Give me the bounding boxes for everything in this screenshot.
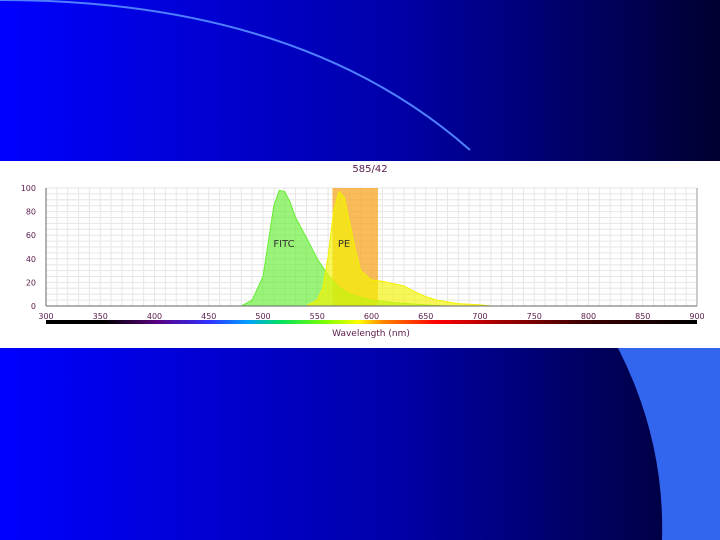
y-tick-label: 60 [26, 231, 36, 240]
chart-panel: 0 20 40 60 80 100 300 350 400 450 500 550 600 650 700 7… [0, 161, 720, 348]
x-tick-label: 850 [635, 312, 650, 321]
x-tick-label: 650 [418, 312, 433, 321]
x-tick-label: 400 [147, 312, 162, 321]
x-tick-label: 700 [472, 312, 487, 321]
series-area-pe [306, 190, 491, 307]
x-tick-label: 750 [527, 312, 542, 321]
series-label-pe: PE [338, 239, 350, 250]
y-tick-label: 80 [26, 208, 36, 217]
x-tick-label: 900 [689, 312, 704, 321]
x-tick-label: 550 [310, 312, 325, 321]
x-tick-label: 600 [364, 312, 379, 321]
x-tick-label: 500 [255, 312, 270, 321]
x-tick-label: 450 [201, 312, 216, 321]
filter-title: 585/42 [352, 164, 387, 175]
x-tick-label: 300 [38, 312, 53, 321]
spectrum-chart: 0 20 40 60 80 100 300 350 400 450 500 550 600 650 700 7… [21, 164, 705, 339]
x-tick-label: 800 [581, 312, 596, 321]
y-tick-label: 40 [26, 255, 36, 264]
rainbow-bar [46, 320, 697, 324]
y-tick-label: 100 [21, 184, 36, 193]
x-tick-label: 350 [93, 312, 108, 321]
y-tick-label: 20 [26, 278, 36, 287]
y-tick-label: 0 [31, 302, 36, 311]
wavelength-color-bar [46, 320, 697, 324]
series-label-fitc: FITC [273, 239, 294, 250]
x-axis-title: Wavelength (nm) [332, 329, 410, 339]
